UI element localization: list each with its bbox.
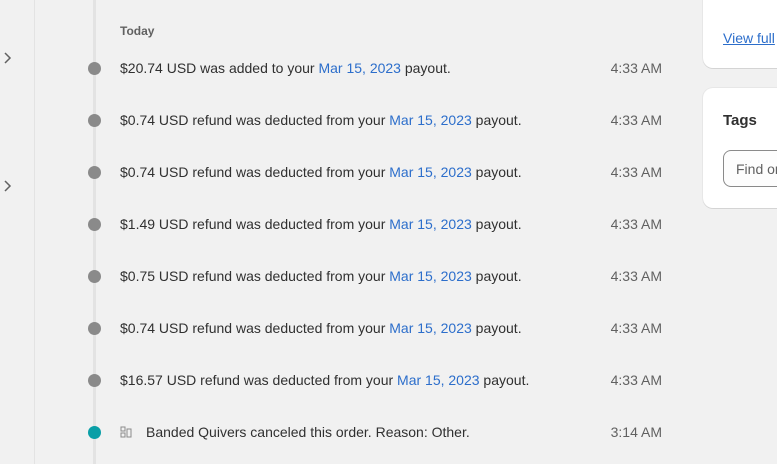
- event-text: payout.: [479, 372, 530, 388]
- timeline-dot: [88, 62, 101, 75]
- timeline-event: $0.75 USD refund was deducted from your …: [36, 266, 676, 288]
- chevron-right-icon[interactable]: [2, 179, 12, 193]
- timeline-event: $16.57 USD refund was deducted from your…: [36, 370, 676, 392]
- payout-link[interactable]: Mar 15, 2023: [397, 372, 480, 388]
- event-time: 4:33 AM: [610, 320, 662, 336]
- event-time: 3:14 AM: [610, 424, 662, 440]
- timeline-dot: [88, 374, 101, 387]
- event-text: $1.49 USD refund was deducted from your: [120, 216, 390, 232]
- payout-link[interactable]: Mar 15, 2023: [389, 268, 472, 284]
- day-heading: Today: [120, 24, 155, 38]
- app-icon: [120, 426, 132, 438]
- timeline: Today $20.74 USD was added to your Mar 1…: [36, 0, 686, 464]
- event-message: $1.49 USD refund was deducted from your …: [120, 216, 522, 232]
- event-message: Banded Quivers canceled this order. Reas…: [120, 424, 470, 440]
- event-text: payout.: [471, 216, 522, 232]
- event-text: payout.: [471, 164, 522, 180]
- event-time: 4:33 AM: [610, 60, 662, 76]
- payout-link[interactable]: Mar 15, 2023: [389, 164, 472, 180]
- event-text: payout.: [471, 268, 522, 284]
- timeline-dot: [88, 166, 101, 179]
- event-time: 4:33 AM: [610, 268, 662, 284]
- event-message: $0.75 USD refund was deducted from your …: [120, 268, 522, 284]
- timeline-event: $1.49 USD refund was deducted from your …: [36, 214, 676, 236]
- timeline-dot: [88, 270, 101, 283]
- event-message: $20.74 USD was added to your Mar 15, 202…: [120, 60, 451, 76]
- event-message: $0.74 USD refund was deducted from your …: [120, 320, 522, 336]
- event-time: 4:33 AM: [610, 372, 662, 388]
- event-text: $0.74 USD refund was deducted from your: [120, 164, 390, 180]
- event-text: $0.75 USD refund was deducted from your: [120, 268, 390, 284]
- event-text: $20.74 USD was added to your: [120, 60, 319, 76]
- event-text: $0.74 USD refund was deducted from your: [120, 112, 390, 128]
- event-message: $16.57 USD refund was deducted from your…: [120, 372, 529, 388]
- event-message: $0.74 USD refund was deducted from your …: [120, 112, 522, 128]
- payout-link[interactable]: Mar 15, 2023: [389, 320, 472, 336]
- timeline-dot-highlight: [88, 426, 101, 439]
- event-text: $16.57 USD refund was deducted from your: [120, 372, 398, 388]
- event-time: 4:33 AM: [610, 164, 662, 180]
- timeline-event: $20.74 USD was added to your Mar 15, 202…: [36, 58, 676, 80]
- event-message: $0.74 USD refund was deducted from your …: [120, 164, 522, 180]
- summary-card: View full: [703, 0, 777, 68]
- view-full-link[interactable]: View full: [723, 30, 775, 46]
- event-time: 4:33 AM: [610, 112, 662, 128]
- event-text: $0.74 USD refund was deducted from your: [120, 320, 390, 336]
- tags-search-input[interactable]: [723, 150, 777, 187]
- event-text: payout.: [471, 320, 522, 336]
- payout-link[interactable]: Mar 15, 2023: [318, 60, 401, 76]
- timeline-event: $0.74 USD refund was deducted from your …: [36, 162, 676, 184]
- timeline-event: $0.74 USD refund was deducted from your …: [36, 110, 676, 132]
- left-rail: [0, 0, 35, 464]
- event-text: payout.: [471, 112, 522, 128]
- timeline-dot: [88, 218, 101, 231]
- event-text: Banded Quivers canceled this order. Reas…: [146, 424, 470, 440]
- payout-link[interactable]: Mar 15, 2023: [389, 216, 472, 232]
- event-time: 4:33 AM: [610, 216, 662, 232]
- timeline-dot: [88, 114, 101, 127]
- timeline-event: Banded Quivers canceled this order. Reas…: [36, 422, 676, 444]
- timeline-event: $0.74 USD refund was deducted from your …: [36, 318, 676, 340]
- tags-title: Tags: [723, 112, 757, 129]
- payout-link[interactable]: Mar 15, 2023: [389, 112, 472, 128]
- timeline-dot: [88, 322, 101, 335]
- event-text: payout.: [400, 60, 451, 76]
- chevron-right-icon[interactable]: [2, 51, 12, 65]
- tags-card: Tags: [703, 88, 777, 208]
